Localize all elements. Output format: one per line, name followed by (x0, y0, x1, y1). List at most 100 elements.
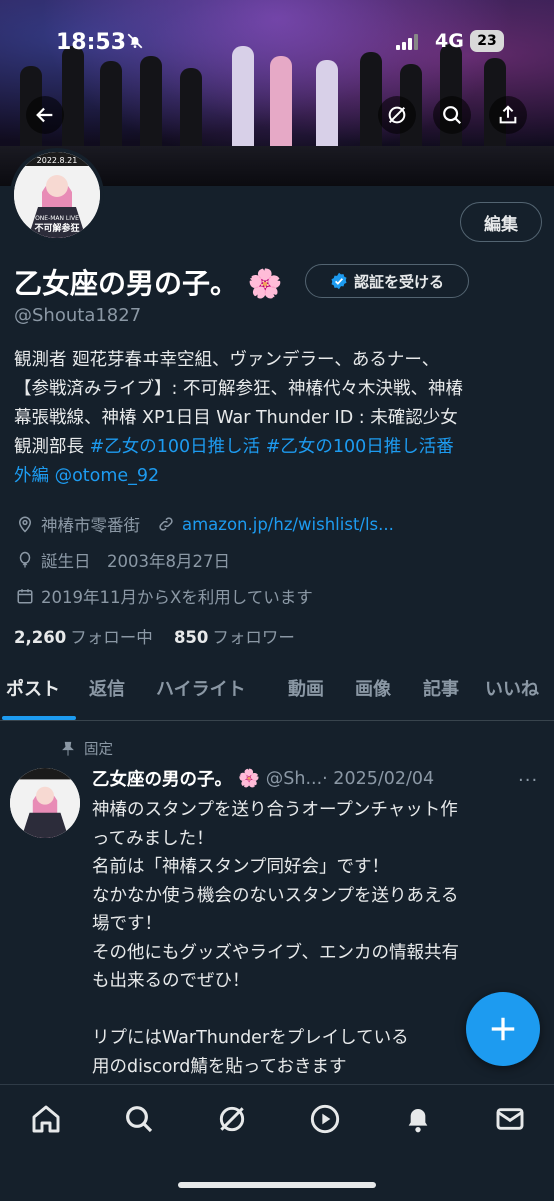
banner-figure (270, 56, 292, 156)
bio-text: 【参戦済みライブ】: 不可解参狂、神椿代々木決戦、神椿 (14, 379, 463, 399)
search-icon[interactable] (123, 1103, 155, 1135)
bio-line: 外編 @otome_92 (14, 462, 549, 491)
bio-link[interactable]: #乙女の100日推し活 (90, 437, 261, 457)
plus-icon (491, 1017, 515, 1041)
post-line: も出来るのでぜひ！ (92, 971, 250, 991)
get-verified-button[interactable]: 認証を受ける (305, 264, 469, 298)
notifications-icon[interactable] (402, 1103, 434, 1135)
video-icon[interactable] (309, 1103, 341, 1135)
pin-icon (62, 741, 74, 756)
share-icon (499, 105, 517, 124)
calendar-icon (17, 589, 33, 604)
post-line: ってみました！ (92, 828, 214, 849)
post-line: 名前は「神椿スタンプ同好会」です！ (92, 857, 389, 877)
profile-avatar[interactable]: 2022.8.21 ONE-MAN LIVE 不可解参狂 (10, 148, 104, 242)
cherry-blossom-emoji: 🌸 (247, 267, 283, 300)
post-header: 乙女座の男の子。 🌸 @Sh...· 2025/02/04 (92, 766, 434, 791)
profile-handle: @Shouta1827 (14, 305, 142, 326)
followers-count: 850 (173, 628, 209, 647)
following-link[interactable]: 2,260 フォロー中 (14, 628, 153, 647)
pinned-text: 固定 (84, 742, 113, 758)
post-author[interactable]: 乙女座の男の子。 (92, 766, 232, 791)
balloon-icon (19, 551, 31, 568)
post-line: 神椿のスタンプを送り合うオープンチャット作 (92, 800, 458, 820)
grok-icon[interactable] (216, 1103, 248, 1135)
tab-posts[interactable]: ポスト (6, 674, 60, 706)
following-count: 2,260 (14, 628, 67, 647)
banner-figure (100, 61, 122, 156)
post-line: 場です！ (92, 914, 162, 934)
banner-figure (62, 46, 84, 156)
bio-line: 観測者 廻花芽春ヰ幸空組、ヴァンデラー、あるナー、 (14, 346, 549, 375)
post-line: その他にもグッズやライブ、エンカの情報共有 (92, 942, 459, 963)
link-icon (159, 517, 173, 531)
network-type: 4G (435, 30, 464, 52)
search-button[interactable] (433, 96, 471, 134)
joined-text: 2019年11月からXを利用しています (41, 588, 313, 607)
post-avatar[interactable] (10, 768, 80, 838)
followers-link[interactable]: 850 フォロワー (174, 628, 295, 647)
home-indicator (178, 1182, 376, 1188)
post-text: 神椿のスタンプを送り合うオープンチャット作 ってみました！ 名前は「神椿スタンプ… (92, 796, 532, 1081)
battery-indicator: 23 (470, 30, 504, 52)
get-verified-label: 認証を受ける (353, 272, 444, 291)
arrow-left-icon (36, 107, 53, 123)
grok-icon (388, 106, 406, 124)
bell-off-icon (127, 33, 143, 49)
post-avatar-image (10, 768, 80, 838)
signal-icon (396, 34, 418, 50)
bio-line: 【参戦済みライブ】: 不可解参狂、神椿代々木決戦、神椿 (14, 375, 549, 404)
banner-figure (316, 60, 338, 156)
share-button[interactable] (489, 96, 527, 134)
post-handle-date: @Sh...· 2025/02/04 (265, 768, 435, 789)
avatar-title: 不可解参狂 (34, 222, 79, 234)
website-link[interactable]: amazon.jp/hz/wishlist/ls... (182, 515, 394, 534)
bio-text: 観測者 廻花芽春ヰ幸空組、ヴァンデラー、あるナー、 (14, 350, 440, 370)
joined-row: 2019年11月からXを利用しています (16, 584, 313, 608)
bio-text: 観測部長 (14, 437, 90, 457)
location-icon (18, 516, 32, 533)
banner-figure (180, 68, 202, 156)
active-tab-indicator (2, 716, 76, 720)
location-row: 神椿市零番街 amazon.jp/hz/wishlist/ls... (16, 512, 394, 536)
follow-stats: 2,260 フォロー中 850 フォロワー (14, 624, 295, 648)
profile-bio: 観測者 廻花芽春ヰ幸空組、ヴァンデラー、あるナー、【参戦済みライブ】: 不可解参… (14, 346, 549, 491)
tab-highlights[interactable]: ハイライト (156, 674, 246, 706)
tab-images[interactable]: 画像 (355, 674, 391, 706)
post-more-button[interactable]: ··· (518, 770, 538, 791)
profile-tabs: ポスト 返信 ハイライト 動画 画像 記事 いいね (0, 674, 554, 721)
location-text: 神椿市零番街 (41, 516, 140, 535)
bio-line: 観測部長 #乙女の100日推し活 #乙女の100日推し活番 (14, 433, 549, 462)
messages-icon[interactable] (494, 1103, 526, 1135)
banner-figure (140, 56, 162, 156)
tab-videos[interactable]: 動画 (288, 674, 324, 706)
tab-replies[interactable]: 返信 (89, 674, 125, 706)
back-button[interactable] (26, 96, 64, 134)
edit-profile-button[interactable]: 編集 (460, 202, 542, 242)
banner-figure (232, 46, 254, 156)
tab-likes[interactable]: いいね (485, 674, 539, 706)
avatar-live: ONE-MAN LIVE (35, 215, 79, 222)
post-line: 用のdiscord鯖を貼っておきます (92, 1056, 347, 1077)
search-icon (443, 106, 462, 125)
following-label: フォロー中 (70, 628, 153, 647)
birthday-text: 誕生日 2003年8月27日 (41, 552, 230, 571)
compose-post-button[interactable] (466, 992, 540, 1066)
home-icon[interactable] (30, 1103, 62, 1135)
tab-articles[interactable]: 記事 (423, 674, 459, 706)
status-time: 18:53 (56, 30, 127, 55)
display-name-text: 乙女座の男の子。 (14, 267, 239, 300)
banner-figure (360, 52, 382, 156)
birthday-row: 誕生日 2003年8月27日 (16, 548, 230, 572)
bio-link[interactable]: @otome_92 (55, 466, 160, 486)
avatar-date: 2022.8.21 (37, 156, 78, 165)
display-name: 乙女座の男の子。 🌸 (14, 262, 283, 302)
bio-text: 幕張戦線、神椿 XP1日目 War Thunder ID : 未確認少女 (14, 408, 458, 428)
grok-button[interactable] (378, 96, 416, 134)
bio-line: 幕張戦線、神椿 XP1日目 War Thunder ID : 未確認少女 (14, 404, 549, 433)
bio-link[interactable]: 外編 (14, 466, 49, 486)
avatar-image: 2022.8.21 ONE-MAN LIVE 不可解参狂 (14, 152, 100, 238)
verified-badge-icon (331, 272, 347, 290)
bio-link[interactable]: #乙女の100日推し活番 (266, 437, 454, 457)
pinned-label: 固定 (60, 738, 113, 759)
